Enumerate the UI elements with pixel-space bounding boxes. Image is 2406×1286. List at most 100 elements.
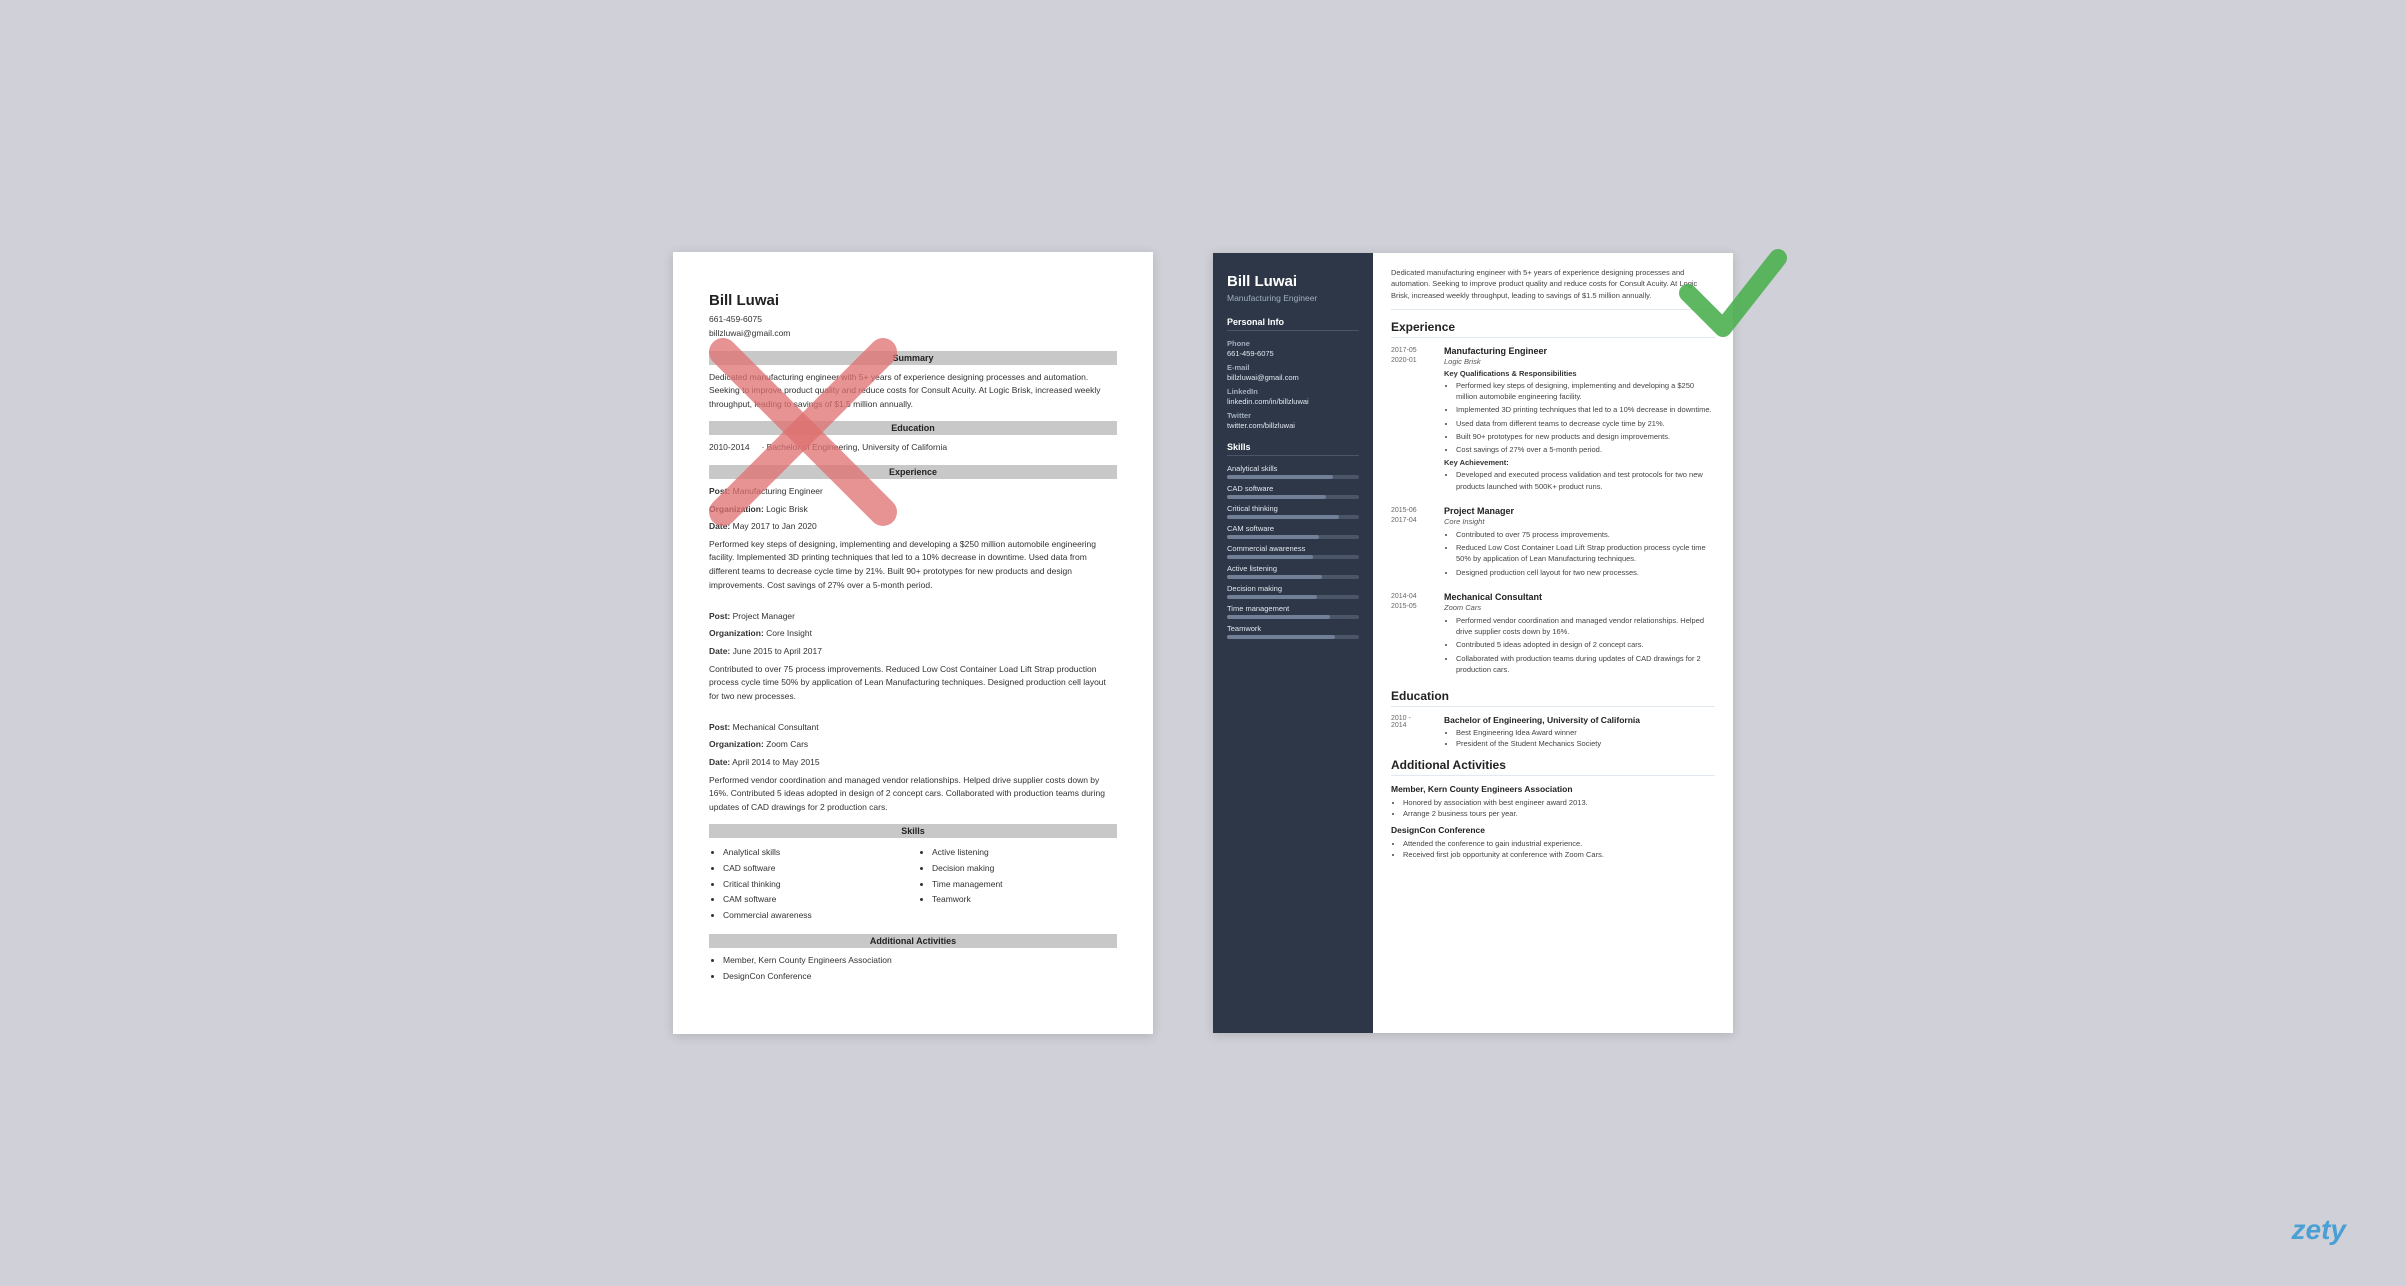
edu-bullet-item: Best Engineering Idea Award winner xyxy=(1456,727,1715,738)
exp-dates: 2014-04 2015-05 xyxy=(1391,592,1436,677)
sidebar-linkedin: linkedin.com/in/billzluwai xyxy=(1227,397,1359,406)
exp-company: Zoom Cars xyxy=(1444,603,1715,612)
additional-bullet-item: Arrange 2 business tours per year. xyxy=(1403,808,1715,819)
exp-bullet-list: Contributed to over 75 process improveme… xyxy=(1444,529,1715,578)
experience-entry: 2014-04 2015-05Mechanical ConsultantZoom… xyxy=(1391,592,1715,677)
left-education-header: Education xyxy=(709,421,1117,435)
left-education-content: 2010-2014 · Bachelor of Engineering, Uni… xyxy=(709,441,1117,455)
skill-name-label: Teamwork xyxy=(1227,624,1359,633)
sidebar-name: Bill Luwai xyxy=(1227,273,1359,290)
skill-item: Commercial awareness xyxy=(1227,544,1359,559)
skill-bar-background xyxy=(1227,635,1359,639)
left-additional-content: Member, Kern County Engineers Associatio… xyxy=(709,954,1117,983)
resume-left: Bill Luwai 661-459-6075 billzluwai@gmail… xyxy=(673,252,1153,1033)
resume-sidebar: Bill Luwai Manufacturing Engineer Person… xyxy=(1213,253,1373,1033)
exp-bullet-item: Contributed to over 75 process improveme… xyxy=(1456,529,1715,540)
exp-bullet-item: Built 90+ prototypes for new products an… xyxy=(1456,431,1715,442)
experience-entries: 2017-05 2020-01Manufacturing EngineerLog… xyxy=(1391,346,1715,677)
left-experience-header: Experience xyxy=(709,465,1117,479)
skill-name-label: CAD software xyxy=(1227,484,1359,493)
exp-bullet-item: Collaborated with production teams durin… xyxy=(1456,653,1715,676)
sidebar-phone: 661-459-6075 xyxy=(1227,349,1359,358)
additional-bullet-list: Honored by association with best enginee… xyxy=(1391,797,1715,820)
skill-item: Time management xyxy=(1227,604,1359,619)
skill-bar-fill xyxy=(1227,615,1330,619)
exp-content: Mechanical ConsultantZoom Cars Performed … xyxy=(1444,592,1715,677)
skill-name-label: Time management xyxy=(1227,604,1359,613)
exp-bullet-list: Performed key steps of designing, implem… xyxy=(1444,380,1715,456)
skill-name-label: CAM software xyxy=(1227,524,1359,533)
additional-bullet-list: Attended the conference to gain industri… xyxy=(1391,838,1715,861)
exp-title: Project Manager xyxy=(1444,506,1715,516)
sidebar-phone-label: Phone xyxy=(1227,339,1359,348)
education-entry: 2010 - 2014Bachelor of Engineering, Univ… xyxy=(1391,715,1715,750)
skill-item: Critical thinking xyxy=(1227,504,1359,519)
skill-item: Active listening xyxy=(1227,564,1359,579)
edu-content: Bachelor of Engineering, University of C… xyxy=(1444,715,1715,750)
exp-bullet-item: Cost savings of 27% over a 5-month perio… xyxy=(1456,444,1715,455)
left-name: Bill Luwai xyxy=(709,292,1117,309)
skill-bar-background xyxy=(1227,555,1359,559)
left-contact: 661-459-6075 billzluwai@gmail.com xyxy=(709,313,1117,340)
exp-bullet-item: Performed vendor coordination and manage… xyxy=(1456,615,1715,638)
sidebar-linkedin-label: LinkedIn xyxy=(1227,387,1359,396)
exp-dates: 2015-06 2017-04 xyxy=(1391,506,1436,580)
education-entries: 2010 - 2014Bachelor of Engineering, Univ… xyxy=(1391,715,1715,750)
additional-activity-title: Member, Kern County Engineers Associatio… xyxy=(1391,784,1715,794)
additional-activity-title: DesignCon Conference xyxy=(1391,825,1715,835)
exp-content: Manufacturing EngineerLogic BriskKey Qua… xyxy=(1444,346,1715,494)
skill-bar-fill xyxy=(1227,535,1319,539)
exp-title: Mechanical Consultant xyxy=(1444,592,1715,602)
left-skills-content: Analytical skills CAD software Critical … xyxy=(709,844,1117,924)
skill-bar-fill xyxy=(1227,575,1322,579)
skill-item: Analytical skills xyxy=(1227,464,1359,479)
zety-watermark: zety xyxy=(2292,1214,2346,1246)
exp-bullet-item: Implemented 3D printing techniques that … xyxy=(1456,404,1715,415)
skill-name-label: Decision making xyxy=(1227,584,1359,593)
exp-bullet-item: Used data from different teams to decrea… xyxy=(1456,418,1715,429)
sidebar-skills-header: Skills xyxy=(1227,442,1359,456)
sidebar-twitter-label: Twitter xyxy=(1227,411,1359,420)
exp-bullet-list: Performed vendor coordination and manage… xyxy=(1444,615,1715,675)
experience-section-title: Experience xyxy=(1391,320,1715,338)
education-section-title: Education xyxy=(1391,689,1715,707)
sidebar-email-label: E-mail xyxy=(1227,363,1359,372)
skill-bar-fill xyxy=(1227,635,1335,639)
skill-name-label: Critical thinking xyxy=(1227,504,1359,513)
skill-name-label: Active listening xyxy=(1227,564,1359,573)
edu-bullet-list: Best Engineering Idea Award winnerPresid… xyxy=(1444,727,1715,750)
experience-entry: 2015-06 2017-04 Project ManagerCore Insig… xyxy=(1391,506,1715,580)
additional-section-title: Additional Activities xyxy=(1391,758,1715,776)
exp-achievement-header: Key Achievement: xyxy=(1444,458,1715,467)
skill-bar-fill xyxy=(1227,515,1339,519)
exp-achievement-list: Developed and executed process validatio… xyxy=(1444,469,1715,492)
left-summary-text: Dedicated manufacturing engineer with 5+… xyxy=(709,371,1117,412)
skill-name-label: Analytical skills xyxy=(1227,464,1359,473)
exp-bullet-item: Designed production cell layout for two … xyxy=(1456,567,1715,578)
skill-item: Decision making xyxy=(1227,584,1359,599)
exp-bullet-item: Contributed 5 ideas adopted in design of… xyxy=(1456,639,1715,650)
exp-bullet-item: Reduced Low Cost Container Load Lift Str… xyxy=(1456,542,1715,565)
additional-bullet-item: Received first job opportunity at confer… xyxy=(1403,849,1715,860)
skill-name-label: Commercial awareness xyxy=(1227,544,1359,553)
left-summary-header: Summary xyxy=(709,351,1117,365)
resume-right: Bill Luwai Manufacturing Engineer Person… xyxy=(1213,253,1733,1033)
exp-company: Core Insight xyxy=(1444,517,1715,526)
skill-bar-background xyxy=(1227,595,1359,599)
skill-bar-fill xyxy=(1227,475,1333,479)
left-skills-header: Skills xyxy=(709,824,1117,838)
exp-title: Manufacturing Engineer xyxy=(1444,346,1715,356)
edu-dates: 2010 - 2014 xyxy=(1391,715,1436,750)
skill-bar-fill xyxy=(1227,595,1317,599)
skill-bar-background xyxy=(1227,535,1359,539)
edu-bullet-item: President of the Student Mechanics Socie… xyxy=(1456,738,1715,749)
skill-bar-background xyxy=(1227,495,1359,499)
sidebar-email: billzluwai@gmail.com xyxy=(1227,373,1359,382)
left-additional-header: Additional Activities xyxy=(709,934,1117,948)
exp-dates: 2017-05 2020-01 xyxy=(1391,346,1436,494)
skill-bar-background xyxy=(1227,575,1359,579)
skill-bar-fill xyxy=(1227,555,1313,559)
additional-bullet-item: Attended the conference to gain industri… xyxy=(1403,838,1715,849)
skill-bar-background xyxy=(1227,475,1359,479)
exp-achievement-item: Developed and executed process validatio… xyxy=(1456,469,1715,492)
